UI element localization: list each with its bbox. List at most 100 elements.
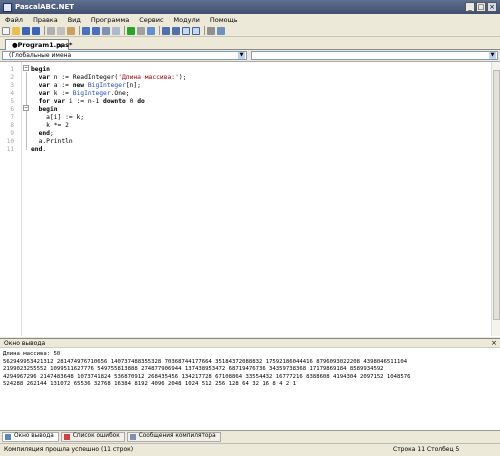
status-message: Компиляция прошла успешно (11 строк) <box>4 446 134 453</box>
tab-compiler-messages-label: Сообщения компилятора <box>138 433 216 439</box>
scrollbar-thumb[interactable] <box>493 70 500 320</box>
close-output-icon[interactable]: × <box>491 339 497 348</box>
menu-modules[interactable]: Модули <box>169 16 205 24</box>
run-icon[interactable] <box>127 26 135 35</box>
code-token: begin <box>31 66 50 73</box>
chevron-down-icon: ▼ <box>238 52 245 59</box>
code-line[interactable]: var a := new BigInteger[n]; <box>31 82 141 90</box>
options-icon[interactable] <box>207 26 215 35</box>
layout-toggle-2-icon[interactable] <box>192 26 200 35</box>
code-token: for var <box>31 98 69 105</box>
tab-error-list[interactable]: Список ошибок <box>60 431 125 442</box>
code-editor[interactable]: 1 2 3 4 5 6 7 8 9 10 11 begin var n := ReadInteger… <box>0 61 500 337</box>
copy-icon[interactable] <box>57 26 65 35</box>
tab-program1[interactable]: ●Program1.pas* × <box>5 39 72 50</box>
save-all-icon[interactable] <box>32 26 40 35</box>
output-text: Длина массива: 50 562949953421312 281474… <box>3 351 411 388</box>
editor-scrollbar[interactable] <box>491 62 500 336</box>
fold-guide <box>26 72 27 150</box>
menu-service[interactable]: Сервис <box>134 16 168 24</box>
code-line[interactable]: var k := BigInteger.One; <box>31 90 130 98</box>
close-button[interactable]: × <box>487 2 497 12</box>
bottom-tabs: Окно вывода Список ошибок Сообщения комп… <box>0 430 500 442</box>
tab-compiler-messages[interactable]: Сообщения компилятора <box>126 431 221 442</box>
code-token: do <box>137 98 145 105</box>
menu-edit[interactable]: Правка <box>28 16 63 24</box>
cut-icon[interactable] <box>47 26 55 35</box>
undo-icon[interactable] <box>82 26 90 35</box>
code-token: 'Длина массива:' <box>118 74 179 81</box>
ide-window: PascalABC.NET _ □ × Файл Правка Вид Прог… <box>0 0 500 456</box>
line-number: 8 <box>10 122 14 129</box>
code-token: end <box>31 130 50 137</box>
code-token: .One; <box>110 90 130 97</box>
toolbar-separator <box>79 26 80 35</box>
layout-toggle-icon[interactable] <box>182 26 190 35</box>
minimize-button[interactable]: _ <box>465 2 475 12</box>
output-title: Окно вывода <box>4 340 46 347</box>
output-window-icon[interactable] <box>162 26 170 35</box>
global-names-value: (Глобальные имена <box>9 52 72 59</box>
debug-window-icon[interactable] <box>172 26 180 35</box>
save-icon[interactable] <box>22 26 30 35</box>
error-list-icon <box>63 433 70 440</box>
format-code-icon[interactable] <box>102 26 110 35</box>
find-icon[interactable] <box>112 26 120 35</box>
toolbar-separator <box>159 26 160 35</box>
code-line[interactable]: end; <box>31 130 54 138</box>
output-header: Окно вывода × <box>0 339 500 348</box>
close-tab-icon[interactable]: × <box>56 42 64 50</box>
code-token: var <box>31 82 54 89</box>
tab-output-window[interactable]: Окно вывода <box>2 431 59 442</box>
code-line[interactable]: a[i] := k; <box>31 114 84 122</box>
code-line[interactable]: end. <box>31 146 46 154</box>
fold-toggle-icon[interactable]: − <box>23 105 29 111</box>
line-number: 1 <box>10 66 14 73</box>
line-number-gutter: 1 2 3 4 5 6 7 8 9 10 11 <box>0 62 22 336</box>
menu-help[interactable]: Помощь <box>205 16 243 24</box>
code-token: BigInteger <box>87 82 126 89</box>
code-line[interactable]: a.Println <box>31 138 73 146</box>
maximize-button[interactable]: □ <box>476 2 486 12</box>
title-bar: PascalABC.NET _ □ × <box>0 0 500 14</box>
app-icon <box>3 2 12 12</box>
chevron-down-icon: ▼ <box>489 52 496 59</box>
code-line[interactable]: k *= 2 <box>31 122 69 130</box>
code-token: a[i] := k; <box>31 114 85 121</box>
menu-bar: Файл Правка Вид Программа Сервис Модули … <box>0 14 500 25</box>
line-number: 3 <box>10 82 14 89</box>
compiler-messages-icon <box>129 433 136 440</box>
members-dropdown[interactable]: ▼ <box>251 51 498 60</box>
code-line[interactable]: for var i := n-1 downto 0 do <box>31 98 145 106</box>
code-token: ; <box>49 130 54 137</box>
code-line[interactable]: begin <box>31 66 50 74</box>
fold-toggle-icon[interactable]: − <box>23 65 29 71</box>
tab-output-window-label: Окно вывода <box>14 433 54 439</box>
code-line[interactable]: begin <box>31 106 58 114</box>
code-token: . <box>42 146 47 153</box>
window-title: PascalABC.NET <box>15 3 75 11</box>
line-number: 6 <box>10 106 14 113</box>
status-bar: Компиляция прошла успешно (11 строк) Стр… <box>0 443 500 456</box>
code-token: begin <box>31 106 58 113</box>
menu-view[interactable]: Вид <box>63 16 86 24</box>
line-number: 11 <box>6 146 14 153</box>
menu-file[interactable]: Файл <box>0 16 28 24</box>
help-icon[interactable] <box>217 26 225 35</box>
code-token: var <box>31 74 54 81</box>
code-token: k := <box>53 90 73 97</box>
paste-icon[interactable] <box>67 26 75 35</box>
menu-program[interactable]: Программа <box>86 16 134 24</box>
toolbar <box>0 25 500 37</box>
editor-tabs: ●Program1.pas* × <box>0 38 500 50</box>
line-number: 5 <box>10 98 14 105</box>
step-icon[interactable] <box>147 26 155 35</box>
global-names-dropdown[interactable]: (Глобальные имена ▼ <box>2 51 247 60</box>
new-file-icon[interactable] <box>2 26 10 35</box>
open-folder-icon[interactable] <box>12 26 20 35</box>
stop-icon[interactable] <box>137 26 145 35</box>
tab-error-list-label: Список ошибок <box>72 433 120 439</box>
redo-icon[interactable] <box>92 26 100 35</box>
code-line[interactable]: var n := ReadInteger('Длина массива:'); <box>31 74 187 82</box>
code-token: n := ReadInteger( <box>53 74 119 81</box>
